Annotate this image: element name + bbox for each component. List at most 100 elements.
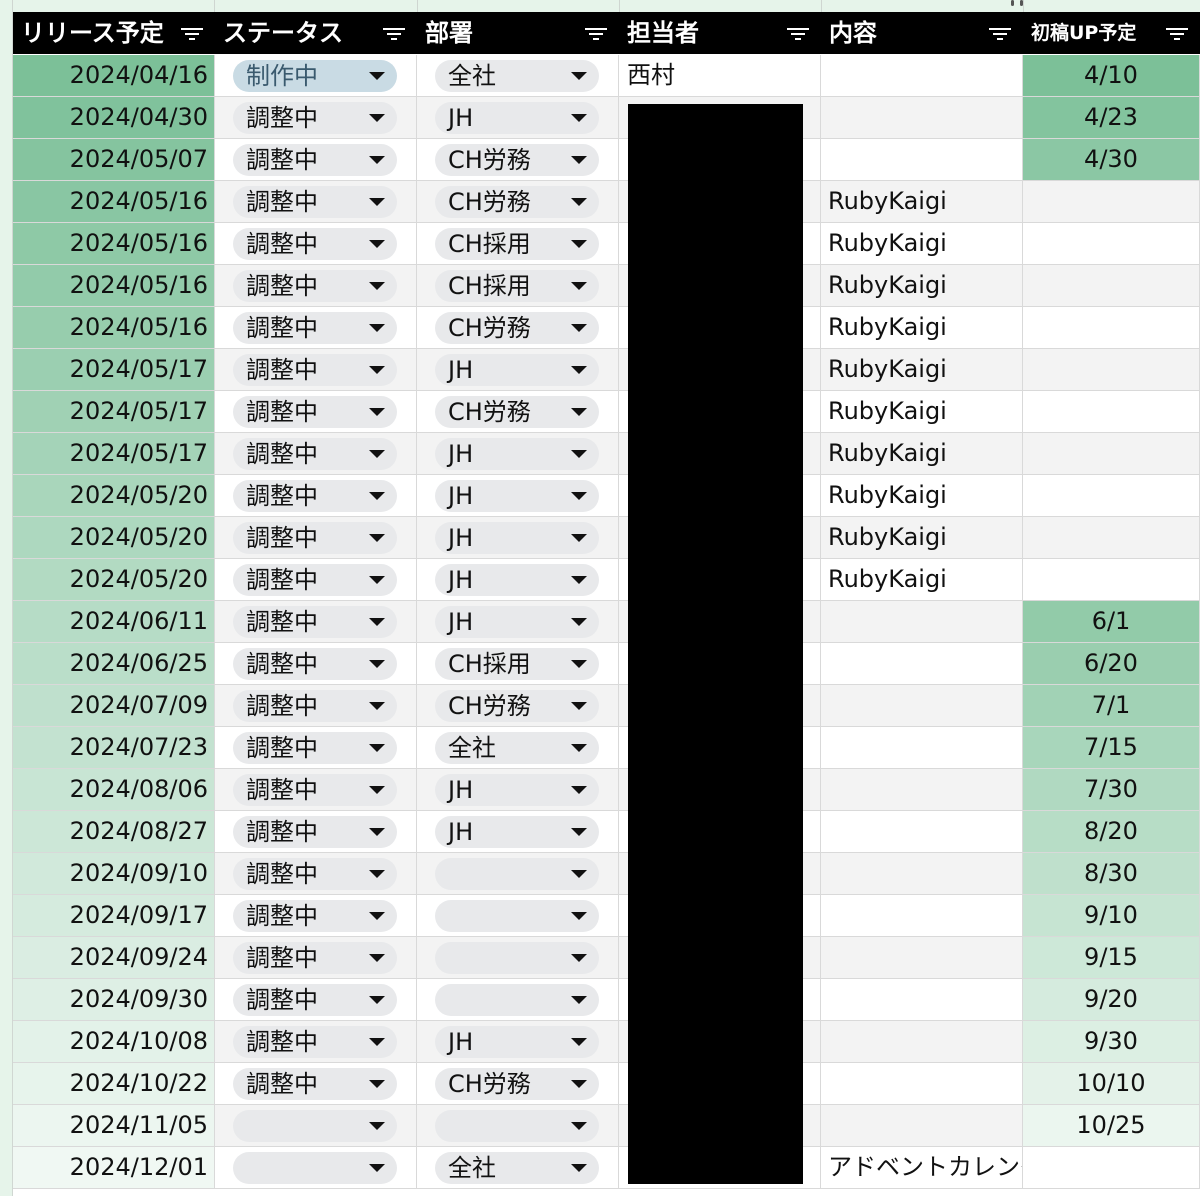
cell-release-date[interactable]: 2024/09/10 — [13, 853, 215, 895]
cell-content[interactable]: RubyKaigi — [821, 391, 1023, 433]
cell-department[interactable]: JH — [417, 517, 619, 559]
cell-draft-up[interactable] — [1023, 1147, 1200, 1189]
department-dropdown[interactable]: JH — [435, 522, 599, 554]
cell-content[interactable] — [821, 685, 1023, 727]
caret-down-icon[interactable] — [571, 450, 587, 458]
caret-down-icon[interactable] — [571, 996, 587, 1004]
cell-content[interactable] — [821, 601, 1023, 643]
cell-content[interactable] — [821, 139, 1023, 181]
cell-release-date[interactable]: 2024/05/16 — [13, 307, 215, 349]
status-dropdown[interactable]: 調整中 — [233, 354, 397, 386]
header-draft-up[interactable]: 初稿UP予定 — [1023, 12, 1200, 54]
status-dropdown[interactable]: 制作中 — [233, 60, 397, 92]
cell-release-date[interactable]: 2024/08/27 — [13, 811, 215, 853]
header-owner[interactable]: 担当者 — [619, 12, 821, 54]
filter-icon[interactable] — [1166, 27, 1188, 41]
status-dropdown[interactable]: 調整中 — [233, 312, 397, 344]
status-dropdown[interactable]: 調整中 — [233, 480, 397, 512]
department-dropdown[interactable]: JH — [435, 102, 599, 134]
cell-draft-up[interactable]: 9/30 — [1023, 1021, 1200, 1063]
cell-status[interactable] — [215, 1147, 417, 1189]
cell-draft-up[interactable]: 7/30 — [1023, 769, 1200, 811]
caret-down-icon[interactable] — [369, 786, 385, 794]
status-dropdown[interactable]: 調整中 — [233, 858, 397, 890]
header-content[interactable]: 内容 — [821, 12, 1023, 54]
cell-content[interactable]: RubyKaigi — [821, 181, 1023, 223]
caret-down-icon[interactable] — [571, 408, 587, 416]
cell-release-date[interactable]: 2024/09/24 — [13, 937, 215, 979]
cell-status[interactable]: 調整中 — [215, 685, 417, 727]
status-dropdown[interactable]: 調整中 — [233, 102, 397, 134]
department-dropdown[interactable]: JH — [435, 1026, 599, 1058]
cell-draft-up[interactable]: 9/20 — [1023, 979, 1200, 1021]
caret-down-icon[interactable] — [571, 282, 587, 290]
status-dropdown[interactable]: 調整中 — [233, 942, 397, 974]
caret-down-icon[interactable] — [571, 1038, 587, 1046]
cell-department[interactable]: JH — [417, 1021, 619, 1063]
status-dropdown[interactable]: 調整中 — [233, 606, 397, 638]
caret-down-icon[interactable] — [369, 114, 385, 122]
status-dropdown[interactable]: 調整中 — [233, 774, 397, 806]
cell-status[interactable]: 調整中 — [215, 265, 417, 307]
filter-icon[interactable] — [181, 27, 203, 41]
department-dropdown[interactable]: CH労務 — [435, 186, 599, 218]
cell-draft-up[interactable]: 4/23 — [1023, 97, 1200, 139]
cell-status[interactable]: 調整中 — [215, 97, 417, 139]
department-dropdown[interactable]: JH — [435, 816, 599, 848]
caret-down-icon[interactable] — [369, 1164, 385, 1172]
header-status[interactable]: ステータス — [215, 12, 417, 54]
cell-department[interactable]: CH労務 — [417, 139, 619, 181]
cell-draft-up[interactable] — [1023, 559, 1200, 601]
cell-content[interactable]: RubyKaigi — [821, 475, 1023, 517]
cell-status[interactable]: 調整中 — [215, 391, 417, 433]
department-dropdown[interactable]: CH労務 — [435, 144, 599, 176]
department-dropdown[interactable]: CH労務 — [435, 690, 599, 722]
cell-draft-up[interactable] — [1023, 517, 1200, 559]
caret-down-icon[interactable] — [369, 912, 385, 920]
cell-content[interactable] — [821, 1063, 1023, 1105]
caret-down-icon[interactable] — [571, 156, 587, 164]
cell-department[interactable] — [417, 937, 619, 979]
cell-draft-up[interactable] — [1023, 475, 1200, 517]
cell-draft-up[interactable] — [1023, 349, 1200, 391]
caret-down-icon[interactable] — [571, 198, 587, 206]
cell-department[interactable]: CH労務 — [417, 307, 619, 349]
cell-department[interactable]: JH — [417, 475, 619, 517]
cell-status[interactable]: 調整中 — [215, 1021, 417, 1063]
department-dropdown[interactable]: CH採用 — [435, 270, 599, 302]
cell-release-date[interactable]: 2024/04/16 — [13, 55, 215, 97]
cell-release-date[interactable]: 2024/10/22 — [13, 1063, 215, 1105]
cell-status[interactable]: 調整中 — [215, 979, 417, 1021]
caret-down-icon[interactable] — [571, 1122, 587, 1130]
cell-content[interactable]: RubyKaigi — [821, 265, 1023, 307]
caret-down-icon[interactable] — [571, 576, 587, 584]
cell-draft-up[interactable]: 10/10 — [1023, 1063, 1200, 1105]
cell-department[interactable]: JH — [417, 811, 619, 853]
cell-release-date[interactable]: 2024/05/07 — [13, 139, 215, 181]
filter-icon[interactable] — [989, 27, 1011, 41]
cell-release-date[interactable]: 2024/09/17 — [13, 895, 215, 937]
cell-draft-up[interactable]: 4/30 — [1023, 139, 1200, 181]
cell-release-date[interactable]: 2024/04/30 — [13, 97, 215, 139]
cell-release-date[interactable]: 2024/05/20 — [13, 517, 215, 559]
cell-release-date[interactable]: 2024/05/17 — [13, 433, 215, 475]
caret-down-icon[interactable] — [369, 870, 385, 878]
cell-department[interactable]: JH — [417, 97, 619, 139]
cell-department[interactable] — [417, 895, 619, 937]
cell-status[interactable]: 調整中 — [215, 895, 417, 937]
caret-down-icon[interactable] — [369, 324, 385, 332]
cell-content[interactable] — [821, 979, 1023, 1021]
header-release-date[interactable]: リリース予定 — [13, 12, 215, 54]
caret-down-icon[interactable] — [571, 660, 587, 668]
department-dropdown[interactable]: CH労務 — [435, 396, 599, 428]
status-dropdown[interactable] — [233, 1152, 397, 1184]
status-dropdown[interactable]: 調整中 — [233, 270, 397, 302]
cell-draft-up[interactable]: 8/20 — [1023, 811, 1200, 853]
cell-release-date[interactable]: 2024/05/20 — [13, 475, 215, 517]
caret-down-icon[interactable] — [571, 114, 587, 122]
caret-down-icon[interactable] — [369, 156, 385, 164]
cell-draft-up[interactable]: 4/10 — [1023, 55, 1200, 97]
cell-status[interactable]: 調整中 — [215, 517, 417, 559]
status-dropdown[interactable]: 調整中 — [233, 690, 397, 722]
status-dropdown[interactable]: 調整中 — [233, 816, 397, 848]
